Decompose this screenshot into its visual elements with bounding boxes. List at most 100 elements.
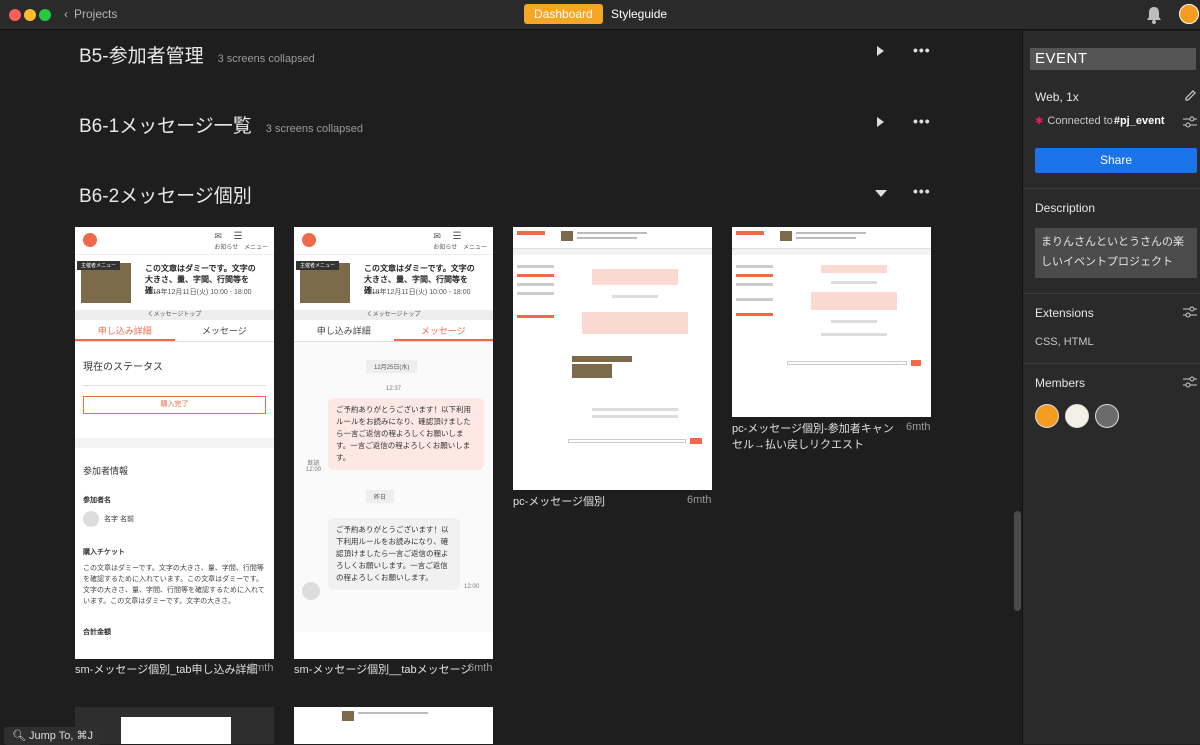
divider: [1023, 363, 1200, 364]
expand-arrow-icon[interactable]: [877, 117, 884, 127]
notify-label: お知らせ: [214, 245, 239, 251]
connected-prefix: Connected to: [1047, 115, 1113, 127]
status-button: 購入完了: [83, 396, 266, 414]
more-options-icon[interactable]: •••: [913, 183, 931, 199]
screen-name[interactable]: pc-メッセージ個別: [513, 494, 605, 510]
pc-header: [513, 227, 712, 249]
envelope-icon: ✉: [214, 231, 222, 241]
screen-thumbnail[interactable]: [732, 227, 931, 417]
description-label: Description: [1035, 201, 1096, 215]
pencil-icon[interactable]: [1184, 89, 1197, 102]
section-count: 3 screens collapsed: [217, 53, 315, 65]
section-title: B5-参加者管理: [79, 46, 204, 67]
share-button[interactable]: Share: [1035, 148, 1197, 173]
expand-arrow-icon[interactable]: [877, 46, 884, 56]
settings-sliders-icon[interactable]: [1183, 116, 1197, 128]
close-window-button[interactable]: [9, 9, 21, 21]
section-header[interactable]: B5-参加者管理 3 screens collapsed: [79, 41, 315, 68]
screen-age: 6mth: [687, 494, 712, 506]
screen-name[interactable]: pc-メッセージ個別-参加者キャンセル→払い戻しリクエスト: [732, 421, 902, 453]
app-titlebar: ‹ Projects Dashboard Styleguide: [0, 0, 1200, 30]
menu-icon: ☰: [452, 231, 462, 242]
slack-connection: ✱ Connected to #pj_event: [1035, 115, 1165, 127]
member-avatar[interactable]: [1095, 404, 1119, 428]
extensions-label: Extensions: [1035, 306, 1094, 320]
tab-styleguide[interactable]: Styleguide: [601, 4, 677, 24]
vertical-scrollbar[interactable]: [1014, 511, 1021, 611]
date-pill: 12月25日(水): [366, 360, 418, 373]
date-pill: 昨日: [366, 490, 395, 503]
host-menu-tag: 主催者メニュー: [77, 261, 121, 270]
screen-thumbnail[interactable]: ✉ ☰ お知らせ メニュー 主催者メニュー この文章はダミーです。文字の大きさ、…: [294, 227, 493, 659]
description-field[interactable]: まりんさんといとうさんの楽しいイベントプロジェクト: [1035, 228, 1197, 278]
extensions-value: CSS, HTML: [1035, 336, 1094, 348]
section-header[interactable]: B6-1メッセージ一覧 3 screens collapsed: [79, 111, 363, 138]
more-options-icon[interactable]: •••: [913, 42, 931, 58]
chevron-left-icon: ‹: [64, 7, 68, 21]
header-icons: ✉ ☰ お知らせ メニュー: [433, 231, 487, 251]
screen-thumbnail[interactable]: ✉ ☰ お知らせ メニュー 主催者メニュー この文章はダミーです。文字の大きさ、…: [75, 227, 274, 659]
screen-name[interactable]: sm-メッセージ個別__tabメッセージ: [294, 662, 471, 678]
mobile-tabs: 申し込み詳細 メッセージ: [75, 320, 274, 342]
section-title: B6-2メッセージ個別: [79, 186, 252, 207]
participant-name: 名字 名前: [104, 516, 134, 523]
host-menu-tag: 主催者メニュー: [296, 261, 340, 270]
bell-icon[interactable]: [1146, 6, 1162, 24]
user-icon: [83, 511, 99, 527]
screen-thumbnail[interactable]: [294, 707, 493, 744]
collapse-arrow-icon[interactable]: [875, 190, 887, 197]
divider: [1023, 293, 1200, 294]
connected-channel: #pj_event: [1113, 115, 1165, 127]
jump-label: Jump To, ⌘J: [29, 730, 94, 742]
ticket-label: 購入チケット: [83, 549, 125, 556]
mobile-header: ✉ ☰ お知らせ メニュー: [75, 227, 274, 255]
user-avatar[interactable]: [1179, 4, 1199, 24]
pc-header: [732, 227, 931, 249]
more-options-icon[interactable]: •••: [913, 113, 931, 129]
read-time: 12:00: [306, 467, 322, 473]
participant-heading: 参加者情報: [83, 466, 129, 476]
status-block: 現在のステータス 購入完了: [75, 342, 274, 424]
event-summary: 主催者メニュー この文章はダミーです。文字の大きさ、量、字間、行間等を確… 20…: [294, 255, 493, 310]
screen-name[interactable]: sm-メッセージ個別_tab申し込み詳細: [75, 662, 258, 678]
message-thread: 12月25日(水) 12:37 ご予約ありがとうございます！以下利用ルールをお読…: [294, 342, 493, 632]
member-avatar[interactable]: [1035, 404, 1059, 428]
user-icon: [302, 582, 320, 600]
back-label: Projects: [74, 7, 118, 21]
mobile-tabs: 申し込み詳細 メッセージ: [294, 320, 493, 342]
screen-thumbnail[interactable]: [513, 227, 712, 490]
tab-dashboard[interactable]: Dashboard: [524, 4, 603, 24]
minimize-window-button[interactable]: [24, 9, 36, 21]
jump-to-button[interactable]: 🔍︎ Jump To, ⌘J: [4, 727, 102, 745]
mobile-header: ✉ ☰ お知らせ メニュー: [294, 227, 493, 255]
member-avatar[interactable]: [1065, 404, 1089, 428]
message-top-link: くメッセージトップ: [75, 310, 274, 320]
envelope-icon: ✉: [433, 231, 441, 241]
back-to-projects-link[interactable]: ‹ Projects: [64, 7, 117, 21]
status-heading: 現在のステータス: [83, 362, 163, 373]
slack-icon: ✱: [1035, 115, 1044, 127]
notify-label: お知らせ: [433, 245, 458, 251]
screen-age: 6mth: [906, 421, 931, 433]
settings-sliders-icon[interactable]: [1183, 306, 1197, 318]
menu-label: メニュー: [462, 245, 487, 251]
project-title: EVENT: [1030, 48, 1196, 70]
tab-application-detail: 申し込み詳細: [316, 326, 371, 336]
platform-label: Web, 1x: [1035, 90, 1079, 104]
settings-sliders-icon[interactable]: [1183, 376, 1197, 388]
screen-thumbnail[interactable]: [75, 707, 274, 744]
read-status: 既読 12:00: [306, 458, 321, 473]
message-top-link: くメッセージトップ: [294, 310, 493, 320]
message-time: 12:00: [464, 584, 480, 590]
message-time: 12:37: [386, 386, 402, 392]
message-bubble-received: ご予約ありがとうございます！以下利用ルールをお読みになり、確認頂けましたら一言ご…: [328, 518, 460, 590]
ticket-text: この文章はダミーです。文字の大きさ、量、字間、行間等を確認するために入れています…: [83, 565, 265, 605]
header-icons: ✉ ☰ お知らせ メニュー: [214, 231, 268, 251]
divider: [75, 438, 274, 448]
zoom-window-button[interactable]: [39, 9, 51, 21]
section-header[interactable]: B6-2メッセージ個別: [79, 181, 252, 208]
members-label: Members: [1035, 376, 1086, 390]
section-title: B6-1メッセージ一覧: [79, 116, 252, 137]
section-count: 3 screens collapsed: [265, 123, 363, 135]
participant-block: 参加者情報 参加者名 名字 名前 購入チケット この文章はダミーです。文字の大き…: [75, 448, 274, 647]
